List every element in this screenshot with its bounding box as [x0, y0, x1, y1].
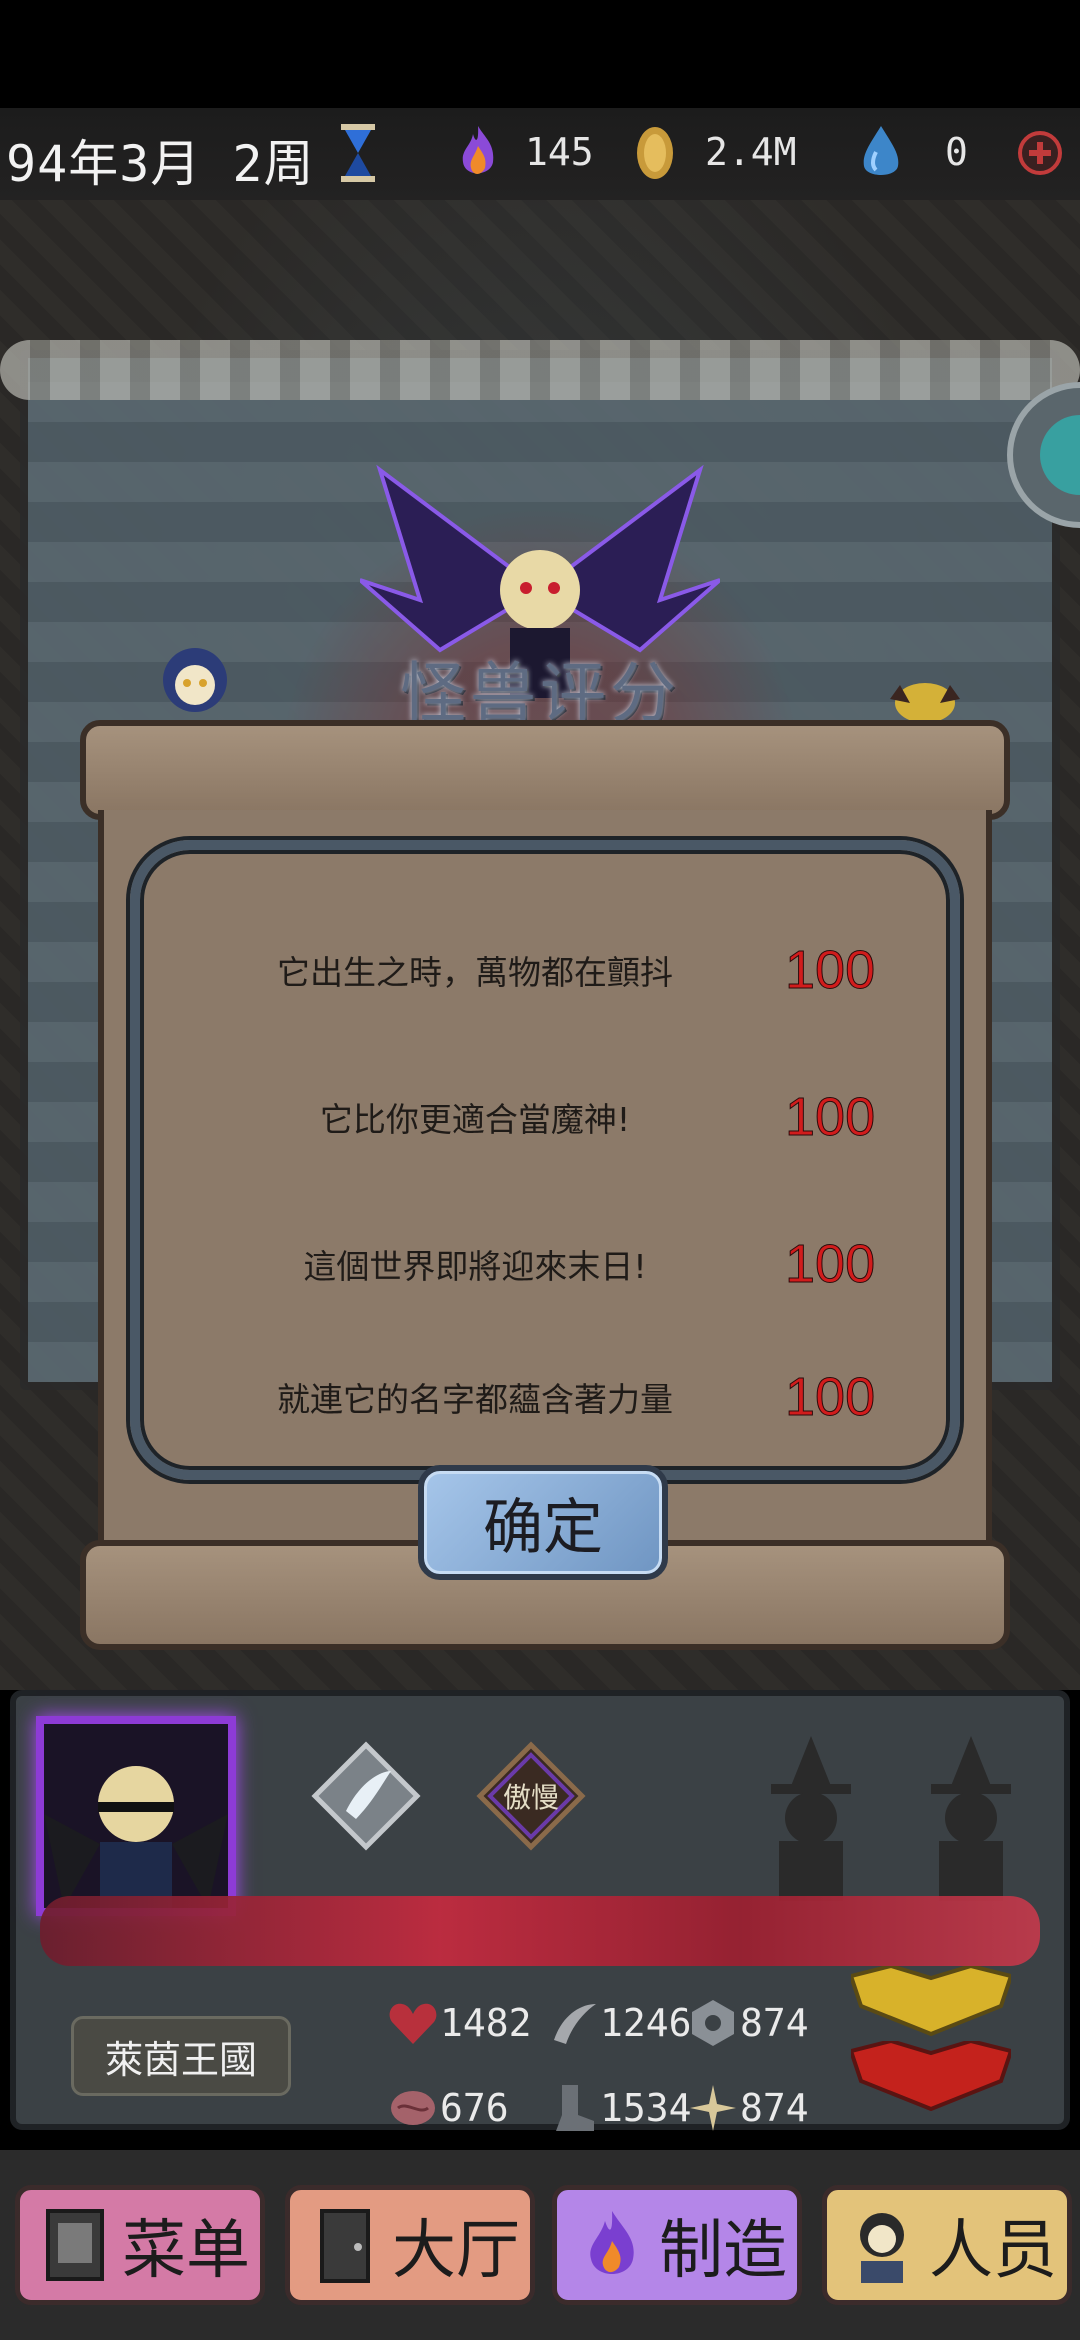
- coin-count: 2.4M: [705, 130, 797, 174]
- stat-defense: 874: [686, 1996, 809, 2050]
- locked-character-slot-icon[interactable]: [911, 1726, 1031, 1906]
- score-label: 它出生之時，萬物都在顫抖: [277, 953, 673, 992]
- gold-rank-icon[interactable]: [851, 1966, 1011, 2036]
- stat-speed: 1534: [546, 2081, 692, 2135]
- health-value: 1482: [440, 2001, 532, 2045]
- wing-emblem-icon[interactable]: [311, 1741, 421, 1851]
- score-row-1: 它出生之時，萬物都在顫抖 100: [165, 930, 925, 1010]
- person-icon: [860, 2213, 904, 2283]
- heart-icon: [389, 2003, 437, 2044]
- stat-intellect: 676: [386, 2081, 509, 2135]
- bone-frame-top: [0, 340, 1080, 400]
- intellect-value: 676: [440, 2086, 509, 2130]
- game-date: 94年3月 2周: [6, 135, 315, 193]
- kingdom-label[interactable]: 萊茵王國: [71, 2016, 291, 2096]
- fire-count: 145: [525, 130, 594, 174]
- door-icon: [320, 2209, 370, 2283]
- nav-hall-button[interactable]: 大厅: [285, 2185, 535, 2305]
- locked-character-slot-icon[interactable]: [751, 1726, 871, 1906]
- nav-craft-label: 制造: [659, 2214, 787, 2288]
- character-panel: 傲慢 萊茵王國 1482 1246 874 676 1534 874: [10, 1690, 1070, 2131]
- nav-menu-label: 菜单: [122, 2214, 250, 2288]
- stat-magic: 874: [686, 2081, 809, 2135]
- score-label: 這個世界即將迎來末日!: [303, 1247, 647, 1286]
- nav-staff-button[interactable]: 人员: [822, 2185, 1072, 2305]
- health-bar: [40, 1896, 1040, 1966]
- menu-book-icon: [46, 2209, 104, 2281]
- side-portal-icon[interactable]: [1005, 380, 1080, 530]
- sparkle-icon: [690, 2085, 736, 2131]
- claw-icon: [554, 2004, 596, 2044]
- score-value: 100: [785, 1087, 876, 1148]
- fire-icon: [462, 126, 494, 174]
- bottom-nav: 菜单 大厅 制造 人员: [0, 2150, 1080, 2340]
- nav-menu-button[interactable]: 菜单: [15, 2185, 265, 2305]
- water-drop-icon: [863, 126, 899, 175]
- scroll-top-roll: [80, 720, 1010, 820]
- hourglass-icon[interactable]: [335, 122, 381, 184]
- brain-icon: [391, 2091, 435, 2125]
- nav-hall-label: 大厅: [392, 2214, 520, 2288]
- trait-badge[interactable]: 傲慢: [476, 1741, 586, 1851]
- coin-icon: [637, 127, 673, 179]
- score-value: 100: [785, 940, 876, 1001]
- nav-craft-button[interactable]: 制造: [552, 2185, 802, 2305]
- magic-flame-icon: [590, 2211, 634, 2274]
- attack-value: 1246: [600, 2001, 692, 2045]
- score-row-2: 它比你更適合當魔神! 100: [165, 1077, 925, 1157]
- score-label: 它比你更適合當魔神!: [319, 1100, 631, 1139]
- trait-label: 傲慢: [502, 1781, 559, 1814]
- red-rank-icon[interactable]: [851, 2041, 1011, 2111]
- water-count: 0: [945, 130, 968, 174]
- score-value: 100: [785, 1367, 876, 1428]
- confirm-button[interactable]: 确定: [418, 1465, 668, 1580]
- add-resource-icon[interactable]: [1015, 122, 1065, 184]
- status-bar: [0, 0, 1080, 108]
- character-portrait[interactable]: [36, 1716, 236, 1916]
- resource-hud: 94年3月 2周 145 2.4M 0: [0, 108, 1080, 200]
- speed-value: 1534: [600, 2086, 692, 2130]
- score-label: 就連它的名字都蘊含著力量: [277, 1380, 673, 1419]
- defense-value: 874: [740, 2001, 809, 2045]
- boot-icon: [556, 2085, 594, 2131]
- stat-attack: 1246: [546, 1996, 692, 2050]
- shield-icon: [692, 2000, 734, 2046]
- score-row-3: 這個世界即將迎來末日! 100: [165, 1224, 925, 1304]
- score-row-4: 就連它的名字都蘊含著力量 100: [165, 1357, 925, 1437]
- nav-staff-label: 人员: [929, 2214, 1057, 2288]
- stat-health: 1482: [386, 1996, 532, 2050]
- score-value: 100: [785, 1234, 876, 1295]
- magic-value: 874: [740, 2086, 809, 2130]
